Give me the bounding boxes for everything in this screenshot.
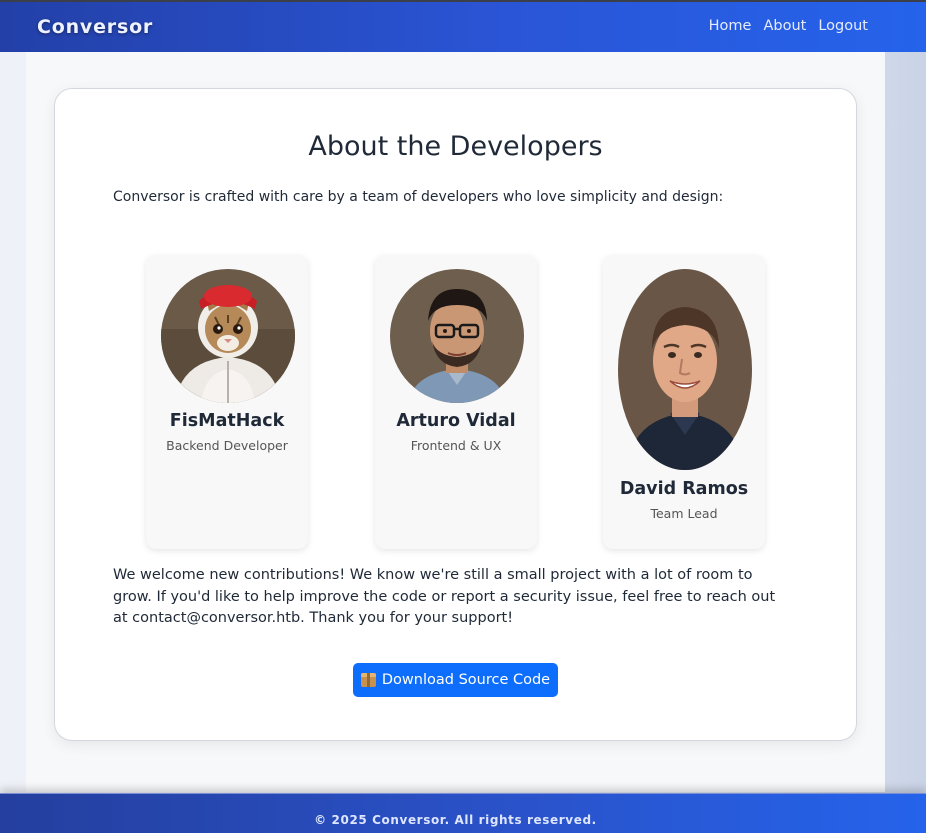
- developer-role: Backend Developer: [166, 438, 288, 453]
- footer-copyright: © 2025 Conversor. All rights reserved.: [314, 813, 597, 827]
- nav-link-about[interactable]: About: [763, 18, 806, 34]
- cat-in-hoodie-avatar: [161, 269, 295, 403]
- download-source-button[interactable]: Download Source Code: [353, 663, 558, 697]
- nav-link-home[interactable]: Home: [709, 18, 752, 34]
- brand-logo[interactable]: Conversor: [37, 16, 153, 38]
- footer: © 2025 Conversor. All rights reserved.: [0, 793, 926, 833]
- about-card: About the Developers Conversor is crafte…: [54, 88, 857, 741]
- developer-card: Arturo Vidal Frontend & UX: [375, 255, 537, 549]
- intro-text: Conversor is crafted with care by a team…: [113, 189, 724, 205]
- page-title: About the Developers: [308, 131, 603, 162]
- developer-card: FisMatHack Backend Developer: [146, 255, 308, 549]
- developer-name: Arturo Vidal: [396, 411, 516, 431]
- developer-role: Frontend & UX: [410, 438, 502, 453]
- man-with-glasses-avatar: [390, 269, 524, 403]
- nav-links: Home About Logout: [709, 18, 868, 34]
- contribution-text: We welcome new contributions! We know we…: [113, 567, 776, 626]
- developer-name: David Ramos: [619, 479, 749, 499]
- developer-name: FisMatHack: [169, 411, 285, 431]
- download-button-label: Download Source Code: [381, 672, 551, 688]
- package-icon: [360, 673, 376, 687]
- smiling-man-avatar: [618, 269, 752, 470]
- developer-role: Team Lead: [650, 506, 718, 521]
- nav-link-logout[interactable]: Logout: [818, 18, 868, 34]
- developer-card: David Ramos Team Lead: [603, 255, 765, 549]
- top-navbar: Conversor Home About Logout: [0, 0, 926, 52]
